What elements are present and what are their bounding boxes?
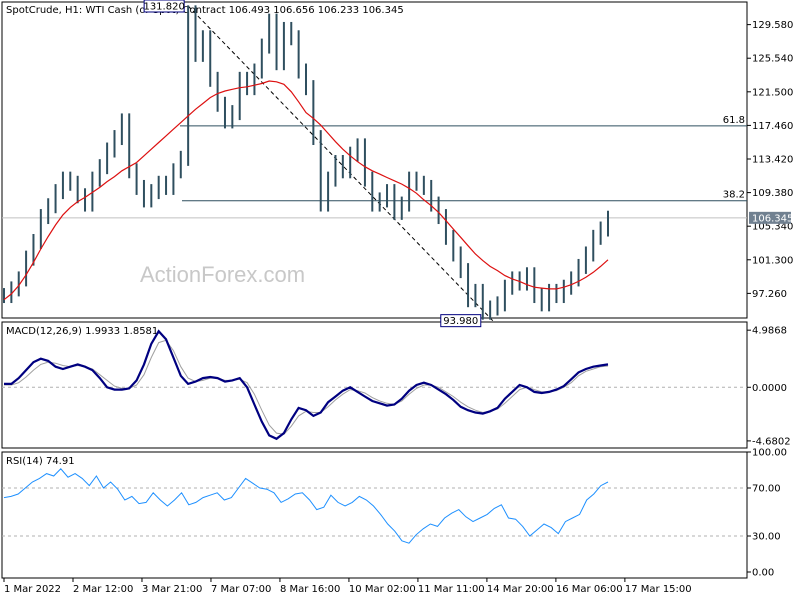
current-price-tag: 106.345 <box>749 211 793 224</box>
fib-level-label: 38.2 <box>723 190 745 201</box>
y-tick-label: 0.0000 <box>752 383 787 394</box>
y-tick-label: 129.580 <box>752 20 793 31</box>
x-tick-label: 11 Mar 11:00 <box>418 584 485 595</box>
low-label: 93.980 <box>443 316 478 327</box>
watermark: ActionForex.com <box>140 262 305 287</box>
price-panel-title: SpotCrude, H1: WTI Cash (or Spot) Contra… <box>6 5 404 16</box>
rsi-line <box>2 468 747 544</box>
chart-root: ActionForex.com SpotCrude, H1: WTI Cash … <box>1 0 793 595</box>
y-tick-label: 113.420 <box>752 155 793 166</box>
y-tick-label: 117.460 <box>752 121 793 132</box>
x-tick-label: 8 Mar 16:00 <box>280 584 340 595</box>
y-tick-label: 125.540 <box>752 54 793 65</box>
y-tick-label: -4.6802 <box>752 436 791 447</box>
high-label: 131.820 <box>143 1 184 12</box>
ma-line <box>3 80 609 301</box>
rsi-line-path <box>3 468 609 544</box>
macd-lines <box>2 329 747 441</box>
x-tick-label: 1 Mar 2022 <box>4 584 61 595</box>
high-annotation: 131.820 <box>143 0 185 12</box>
x-tick-label: 3 Mar 21:00 <box>142 584 202 595</box>
y-tick-label: 101.300 <box>752 255 793 266</box>
y-tick-label: 121.500 <box>752 87 793 98</box>
y-tick-label: 30.00 <box>752 532 781 543</box>
price-panel <box>1 1 748 319</box>
x-tick-label: 14 Mar 20:00 <box>487 584 554 595</box>
y-tick-label: 97.260 <box>752 289 787 300</box>
macd-line <box>4 329 609 441</box>
y-tick-label: 70.00 <box>752 484 781 495</box>
rsi-panel <box>1 451 748 579</box>
moving-average <box>3 80 609 301</box>
x-tick-label: 17 Mar 15:00 <box>625 584 692 595</box>
x-tick-label: 2 Mar 12:00 <box>73 584 133 595</box>
y-tick-label: 109.380 <box>752 188 793 199</box>
macd-panel-title: MACD(12,26,9) 1.9933 1.8581 <box>6 326 158 337</box>
low-annotation: 93.980 <box>440 314 482 328</box>
y-axis-ticks: 129.580 125.540 121.500 117.460 113.420 109.3… <box>747 20 793 579</box>
x-tick-label: 16 Mar 06:00 <box>556 584 623 595</box>
x-tick-label: 10 Mar 02:00 <box>349 584 416 595</box>
current-price-tag-label: 106.345 <box>752 213 793 224</box>
x-tick-label: 7 Mar 07:00 <box>211 584 271 595</box>
y-tick-label: 0.00 <box>752 568 774 579</box>
y-tick-label: 100.00 <box>752 448 787 459</box>
price-bars <box>3 5 609 320</box>
fib-level-label: 61.8 <box>723 115 745 126</box>
y-tick-label: 4.9868 <box>752 326 787 337</box>
x-axis-ticks: 1 Mar 2022 2 Mar 12:00 3 Mar 21:00 7 Mar 07… <box>3 578 692 595</box>
rsi-panel-title: RSI(14) 74.91 <box>6 456 75 467</box>
